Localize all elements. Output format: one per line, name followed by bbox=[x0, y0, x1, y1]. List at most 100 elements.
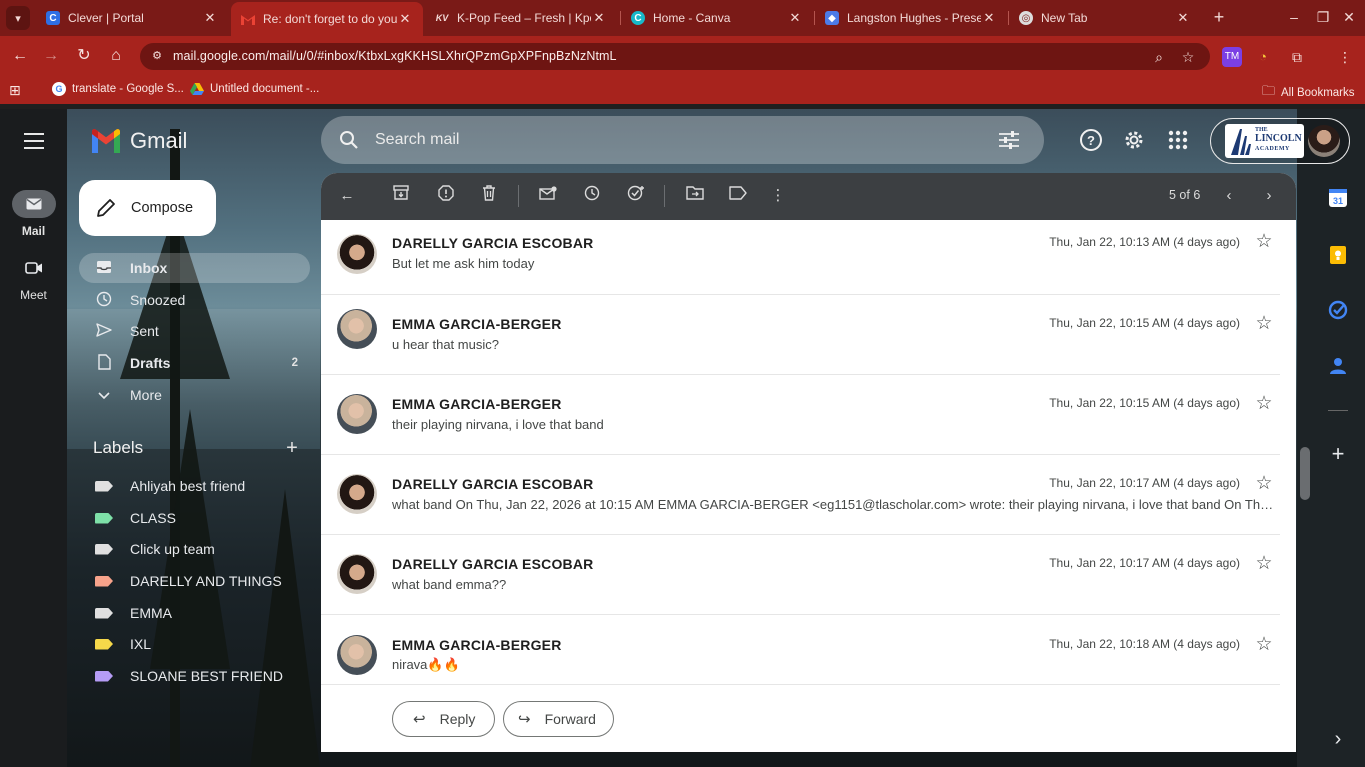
contacts-icon[interactable] bbox=[1327, 357, 1349, 379]
reload-icon[interactable]: ↻ bbox=[72, 44, 96, 68]
label-darelly[interactable]: DARELLY AND THINGS bbox=[79, 566, 310, 596]
nav-sent[interactable]: Sent bbox=[79, 316, 310, 346]
bookmark-untitled-doc[interactable]: Untitled document -... bbox=[190, 82, 319, 96]
tasks-icon[interactable] bbox=[1327, 300, 1349, 322]
help-icon[interactable]: ? bbox=[1079, 128, 1103, 152]
toolbar-separator bbox=[518, 185, 519, 207]
star-icon[interactable]: ☆ bbox=[1254, 554, 1274, 574]
close-window-icon[interactable]: ✕ bbox=[1338, 6, 1360, 28]
search-options-icon[interactable] bbox=[998, 130, 1020, 150]
star-icon[interactable]: ☆ bbox=[1254, 314, 1274, 334]
back-icon[interactable]: ← bbox=[8, 44, 32, 68]
scrollbar[interactable] bbox=[1300, 447, 1310, 500]
tab-langston[interactable]: ◆ Langston Hughes - Present ✕ bbox=[815, 4, 1007, 32]
nav-snoozed[interactable]: Snoozed bbox=[79, 285, 310, 315]
sender-avatar bbox=[337, 474, 377, 514]
close-tab-icon[interactable]: ✕ bbox=[787, 10, 803, 26]
message-row[interactable]: DARELLY GARCIA ESCOBAR Thu, Jan 22, 10:1… bbox=[321, 455, 1280, 535]
reply-button[interactable]: ↩ Reply bbox=[392, 701, 495, 737]
home-icon[interactable]: ⌂ bbox=[104, 44, 128, 68]
rail-meet[interactable]: Meet bbox=[0, 254, 67, 302]
extensions-puzzle-icon[interactable]: ⧉ bbox=[1287, 47, 1307, 67]
svg-text:31: 31 bbox=[1333, 196, 1343, 206]
new-tab-button[interactable]: + bbox=[1208, 6, 1230, 28]
forward-button[interactable]: ↪ Forward bbox=[503, 701, 614, 737]
tab-kpop[interactable]: KV K-Pop Feed – Fresh | Kpop ✕ bbox=[425, 4, 617, 32]
bookmark-star-icon[interactable]: ☆ bbox=[1178, 47, 1198, 67]
search-bar[interactable]: Search mail bbox=[321, 116, 1044, 164]
star-icon[interactable]: ☆ bbox=[1254, 635, 1274, 655]
gmail-icon bbox=[241, 12, 255, 26]
extension-circle-icon[interactable]: ◔ bbox=[1253, 47, 1273, 67]
close-tab-icon[interactable]: ✕ bbox=[397, 11, 413, 27]
settings-gear-icon[interactable] bbox=[1122, 128, 1146, 152]
label-class[interactable]: CLASS bbox=[79, 503, 310, 533]
archive-icon[interactable] bbox=[390, 185, 412, 207]
nav-more[interactable]: More bbox=[79, 380, 310, 410]
keep-icon[interactable] bbox=[1327, 245, 1349, 267]
label-as-icon[interactable] bbox=[727, 185, 749, 207]
label-tag-icon bbox=[95, 670, 113, 682]
nav-drafts[interactable]: Drafts 2 bbox=[79, 348, 310, 378]
mark-unread-icon[interactable] bbox=[537, 185, 559, 207]
rail-mail[interactable]: Mail bbox=[0, 190, 67, 238]
expand-side-panel-icon[interactable]: › bbox=[1327, 728, 1349, 750]
message-row[interactable]: EMMA GARCIA-BERGER Thu, Jan 22, 10:18 AM… bbox=[321, 615, 1280, 685]
older-message-icon[interactable]: › bbox=[1258, 185, 1280, 207]
message-row[interactable]: DARELLY GARCIA ESCOBAR Thu, Jan 22, 10:1… bbox=[321, 535, 1280, 615]
newer-message-icon[interactable]: ‹ bbox=[1218, 185, 1240, 207]
close-tab-icon[interactable]: ✕ bbox=[1175, 10, 1191, 26]
more-options-icon[interactable]: ⋮ bbox=[767, 185, 789, 207]
bookmark-translate[interactable]: G translate - Google S... bbox=[52, 82, 184, 96]
close-tab-icon[interactable]: ✕ bbox=[591, 10, 607, 26]
add-label-icon[interactable]: + bbox=[283, 437, 301, 460]
url-text[interactable]: mail.google.com/mail/u/0/#inbox/KtbxLxgK… bbox=[173, 49, 617, 63]
message-row[interactable]: EMMA GARCIA-BERGER Thu, Jan 22, 10:15 AM… bbox=[321, 295, 1280, 375]
forward-icon[interactable]: → bbox=[39, 44, 63, 68]
zoom-icon[interactable]: ⌕ bbox=[1149, 47, 1169, 67]
close-tab-icon[interactable]: ✕ bbox=[981, 10, 997, 26]
restore-icon[interactable]: ❐ bbox=[1312, 6, 1334, 28]
minimize-icon[interactable]: – bbox=[1283, 6, 1305, 28]
star-icon[interactable]: ☆ bbox=[1254, 394, 1274, 414]
nav-inbox[interactable]: Inbox bbox=[79, 253, 310, 283]
search-icon[interactable] bbox=[339, 130, 359, 150]
compose-button[interactable]: Compose bbox=[79, 180, 216, 236]
label-ixl[interactable]: IXL bbox=[79, 629, 310, 659]
label-ahliyah[interactable]: Ahliyah best friend bbox=[79, 471, 310, 501]
star-icon[interactable]: ☆ bbox=[1254, 474, 1274, 494]
google-apps-icon[interactable] bbox=[1166, 128, 1190, 152]
gmail-logo[interactable]: Gmail bbox=[90, 128, 187, 154]
draft-icon bbox=[95, 353, 113, 373]
tab-gmail-active[interactable]: Re: don't forget to do your I ✕ bbox=[231, 2, 423, 36]
clock-icon bbox=[95, 291, 113, 310]
label-sloane[interactable]: SLOANE BEST FRIEND bbox=[79, 661, 310, 691]
close-tab-icon[interactable]: ✕ bbox=[202, 10, 218, 26]
tab-search-button[interactable]: ▾ bbox=[6, 6, 30, 30]
tab-new[interactable]: ◎ New Tab ✕ bbox=[1009, 4, 1201, 32]
tab-clever[interactable]: C Clever | Portal ✕ bbox=[36, 4, 228, 32]
main-menu-icon[interactable] bbox=[22, 130, 46, 152]
org-logo: THE LINCOLN ACADEMY bbox=[1225, 124, 1304, 158]
label-click-up-team[interactable]: Click up team bbox=[79, 534, 310, 564]
calendar-icon[interactable]: 31 bbox=[1327, 188, 1349, 210]
message-row[interactable]: EMMA GARCIA-BERGER Thu, Jan 22, 10:15 AM… bbox=[321, 375, 1280, 455]
snooze-icon[interactable] bbox=[581, 185, 603, 207]
report-spam-icon[interactable] bbox=[435, 185, 457, 207]
delete-icon[interactable] bbox=[478, 185, 500, 207]
message-row[interactable]: DARELLY GARCIA ESCOBAR Thu, Jan 22, 10:1… bbox=[321, 220, 1280, 295]
star-icon[interactable]: ☆ bbox=[1254, 232, 1274, 252]
all-bookmarks[interactable]: 🗀 All Bookmarks bbox=[1262, 82, 1355, 104]
extension-tm-icon[interactable]: TM bbox=[1222, 47, 1242, 67]
site-info-icon[interactable]: ⚙ bbox=[150, 49, 164, 63]
get-addons-plus-icon[interactable]: + bbox=[1327, 443, 1349, 465]
apps-grid-icon[interactable]: ⊞ bbox=[9, 82, 21, 99]
back-to-inbox-icon[interactable]: ← bbox=[336, 185, 358, 207]
move-to-icon[interactable] bbox=[684, 185, 706, 207]
chrome-menu-icon[interactable]: ⋮ bbox=[1335, 47, 1355, 67]
add-to-tasks-icon[interactable] bbox=[625, 185, 647, 207]
profile-avatar[interactable] bbox=[1308, 125, 1340, 157]
label-emma[interactable]: EMMA bbox=[79, 598, 310, 628]
search-input[interactable]: Search mail bbox=[375, 131, 459, 149]
tab-canva[interactable]: C Home - Canva ✕ bbox=[621, 4, 813, 32]
